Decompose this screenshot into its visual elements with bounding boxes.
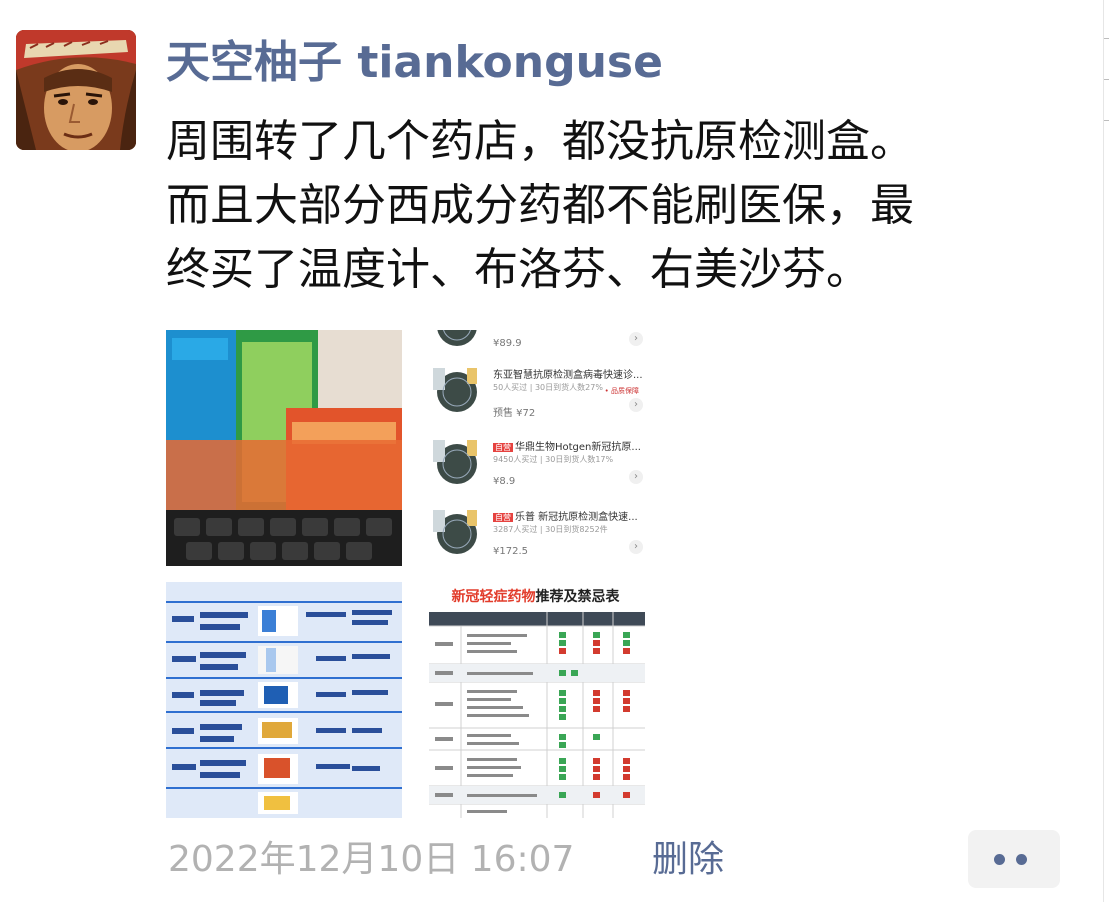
listing-row[interactable]: 自营 华鼎生物Hotgen新冠抗原... 9450人买过 | 30日到货人数17% ¥… <box>423 430 651 496</box>
more-actions-button[interactable] <box>968 830 1060 888</box>
product-thumbnail <box>437 330 477 346</box>
listing-row[interactable]: 东亚智慧抗原检测盒病毒快速诊... 50人买过 | 30日到货人数27% • 品质保… <box>423 358 651 424</box>
listing-meta: 9450人买过 | 30日到货人数17% <box>493 455 614 464</box>
listing-title: 东亚智慧抗原检测盒病毒快速诊... <box>493 370 643 381</box>
chevron-right-icon[interactable]: › <box>629 332 643 346</box>
post-image-drug-table[interactable]: 新冠轻症药物推荐及禁忌表 <box>417 582 654 818</box>
scrollbar[interactable] <box>1104 38 1109 128</box>
post-text: 周围转了几个药店，都没抗原检测盒。 而且大部分西成分药都不能刷医保，最 终买了温… <box>166 116 914 295</box>
delete-button[interactable]: 删除 <box>652 836 724 884</box>
self-operated-tag: 自营 <box>493 513 513 522</box>
listing-badge: • 品质保障 <box>604 387 639 395</box>
post-image-medicine-table[interactable] <box>166 582 402 818</box>
listing-price: ¥172.5 <box>493 546 528 557</box>
post-author-name[interactable]: 天空柚子 tiankonguse <box>166 34 663 92</box>
post-image-medicine-boxes[interactable] <box>166 330 402 566</box>
listing-title: 自营 乐普 新冠抗原检测盒快速... <box>493 512 638 523</box>
chevron-right-icon[interactable]: › <box>629 470 643 484</box>
listing-price: ¥89.9 <box>493 338 522 349</box>
chevron-right-icon[interactable]: › <box>629 398 643 412</box>
listing-row[interactable]: 自营 乐普 新冠抗原检测盒快速... 3287人买过 | 30日到货8252件 ¥17… <box>423 500 651 566</box>
window-edge <box>1103 0 1104 902</box>
more-dot-icon <box>1016 854 1027 865</box>
listing-price: ¥8.9 <box>493 476 516 487</box>
product-thumbnail <box>433 440 477 484</box>
post-timestamp: 2022年12月10日 16:07 <box>168 839 575 880</box>
more-dot-icon <box>994 854 1005 865</box>
avatar[interactable] <box>16 30 136 150</box>
listing-meta: 50人买过 | 30日到货人数27% <box>493 383 603 392</box>
product-thumbnail <box>433 368 477 412</box>
post-image-shopping-list[interactable]: ¥89.9 › 东亚智慧抗原检测盒病毒快速诊... 50人买过 | 30日到货人数27… <box>417 330 654 566</box>
self-operated-tag: 自营 <box>493 443 513 452</box>
listing-row[interactable]: ¥89.9 › <box>423 330 651 358</box>
listing-price: 预售 ¥72 <box>493 408 536 419</box>
listing-title: 自营 华鼎生物Hotgen新冠抗原... <box>493 442 641 453</box>
product-thumbnail <box>433 510 477 554</box>
listing-meta: 3287人买过 | 30日到货8252件 <box>493 525 608 534</box>
chevron-right-icon[interactable]: › <box>629 540 643 554</box>
